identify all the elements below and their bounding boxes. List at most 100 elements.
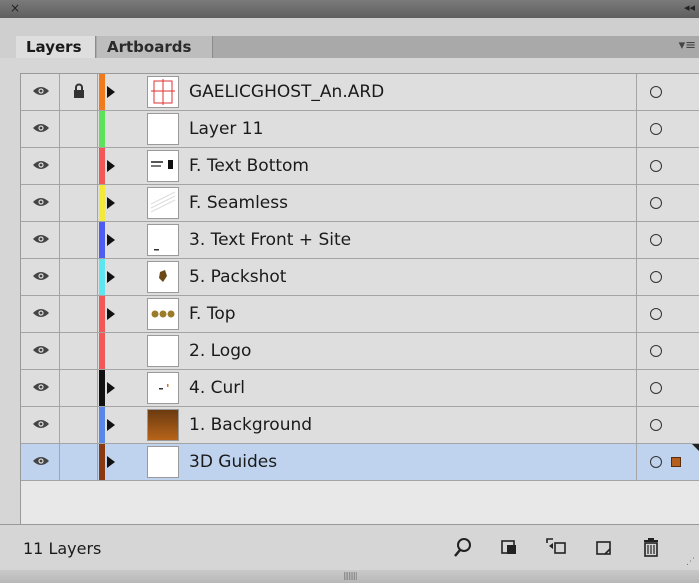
visibility-toggle[interactable] [21, 111, 60, 147]
lock-toggle[interactable] [60, 407, 98, 443]
expand-toggle[interactable] [107, 222, 133, 258]
create-new-layer-icon[interactable] [591, 535, 617, 561]
target-column[interactable] [636, 444, 699, 480]
layer-name[interactable]: F. Top [189, 296, 629, 332]
visibility-toggle[interactable] [21, 222, 60, 258]
target-circle-icon[interactable] [650, 160, 662, 172]
layer-row[interactable]: F. Seamless [21, 185, 699, 222]
layer-row[interactable]: F. Top [21, 296, 699, 333]
expand-toggle[interactable] [107, 407, 133, 443]
expand-toggle[interactable] [107, 259, 133, 295]
visibility-toggle[interactable] [21, 333, 60, 369]
layer-name[interactable]: GAELICGHOST_An.ARD [189, 74, 629, 110]
target-column[interactable] [636, 185, 699, 221]
target-circle-icon[interactable] [650, 456, 662, 468]
layer-row[interactable]: 3. Text Front + Site [21, 222, 699, 259]
visibility-toggle[interactable] [21, 296, 60, 332]
layer-name[interactable]: 2. Logo [189, 333, 629, 369]
expand-toggle[interactable] [107, 74, 133, 110]
lock-toggle[interactable] [60, 148, 98, 184]
target-circle-icon[interactable] [650, 308, 662, 320]
panel-menu-icon[interactable]: ▾≡ [679, 38, 696, 53]
expand-triangle-icon[interactable] [107, 86, 115, 98]
locate-object-icon[interactable] [452, 535, 478, 561]
selection-square-icon[interactable] [671, 457, 681, 467]
expand-toggle[interactable] [107, 333, 133, 369]
layer-row[interactable]: 5. Packshot [21, 259, 699, 296]
lock-toggle[interactable] [60, 185, 98, 221]
target-column[interactable] [636, 111, 699, 147]
visibility-toggle[interactable] [21, 148, 60, 184]
collapse-panel-icon[interactable]: ◂◂ [684, 1, 695, 14]
expand-toggle[interactable] [107, 296, 133, 332]
create-sublayer-icon[interactable] [543, 535, 569, 561]
resize-handle[interactable]: ⋰ [686, 557, 695, 567]
expand-toggle[interactable] [107, 444, 133, 480]
expand-toggle[interactable] [107, 370, 133, 406]
target-column[interactable] [636, 370, 699, 406]
expand-triangle-icon[interactable] [107, 271, 115, 283]
target-column[interactable] [636, 222, 699, 258]
delete-layer-icon[interactable] [638, 535, 664, 561]
make-clipping-mask-icon[interactable] [497, 535, 523, 561]
visibility-toggle[interactable] [21, 444, 60, 480]
visibility-toggle[interactable] [21, 259, 60, 295]
target-circle-icon[interactable] [650, 345, 662, 357]
expand-toggle[interactable] [107, 148, 133, 184]
layer-color-swatch [99, 185, 105, 221]
target-column[interactable] [636, 74, 699, 110]
visibility-toggle[interactable] [21, 407, 60, 443]
expand-triangle-icon[interactable] [107, 382, 115, 394]
grip-handle[interactable]: |||||||| [343, 571, 358, 580]
expand-triangle-icon[interactable] [107, 456, 115, 468]
target-circle-icon[interactable] [650, 197, 662, 209]
lock-toggle[interactable] [60, 111, 98, 147]
expand-triangle-icon[interactable] [107, 197, 115, 209]
lock-toggle[interactable] [60, 74, 98, 110]
layer-row[interactable]: 4. Curl [21, 370, 699, 407]
expand-triangle-icon[interactable] [107, 419, 115, 431]
target-column[interactable] [636, 296, 699, 332]
layer-row[interactable]: 3D Guides [21, 444, 699, 481]
layer-name[interactable]: 1. Background [189, 407, 629, 443]
layer-row[interactable]: 2. Logo [21, 333, 699, 370]
expand-triangle-icon[interactable] [107, 234, 115, 246]
layer-name[interactable]: 5. Packshot [189, 259, 629, 295]
layer-name[interactable]: F. Seamless [189, 185, 629, 221]
lock-toggle[interactable] [60, 296, 98, 332]
layer-name[interactable]: 3. Text Front + Site [189, 222, 629, 258]
target-circle-icon[interactable] [650, 382, 662, 394]
expand-toggle[interactable] [107, 111, 133, 147]
tab-layers[interactable]: Layers [16, 36, 96, 58]
tab-artboards[interactable]: Artboards [97, 36, 213, 58]
lock-toggle[interactable] [60, 444, 98, 480]
layer-name[interactable]: Layer 11 [189, 111, 629, 147]
expand-triangle-icon[interactable] [107, 308, 115, 320]
close-icon[interactable]: × [10, 1, 20, 15]
visibility-toggle[interactable] [21, 185, 60, 221]
lock-toggle[interactable] [60, 222, 98, 258]
target-column[interactable] [636, 148, 699, 184]
lock-toggle[interactable] [60, 370, 98, 406]
target-circle-icon[interactable] [650, 234, 662, 246]
target-column[interactable] [636, 259, 699, 295]
layer-row[interactable]: 1. Background [21, 407, 699, 444]
target-circle-icon[interactable] [650, 271, 662, 283]
visibility-toggle[interactable] [21, 74, 60, 110]
layer-name[interactable]: F. Text Bottom [189, 148, 629, 184]
lock-toggle[interactable] [60, 259, 98, 295]
target-circle-icon[interactable] [650, 86, 662, 98]
visibility-toggle[interactable] [21, 370, 60, 406]
target-column[interactable] [636, 333, 699, 369]
target-circle-icon[interactable] [650, 419, 662, 431]
target-column[interactable] [636, 407, 699, 443]
expand-triangle-icon[interactable] [107, 160, 115, 172]
layer-name[interactable]: 3D Guides [189, 444, 629, 480]
layer-row[interactable]: Layer 11 [21, 111, 699, 148]
lock-toggle[interactable] [60, 333, 98, 369]
layer-row[interactable]: GAELICGHOST_An.ARD [21, 74, 699, 111]
layer-row[interactable]: F. Text Bottom [21, 148, 699, 185]
expand-toggle[interactable] [107, 185, 133, 221]
layer-name[interactable]: 4. Curl [189, 370, 629, 406]
target-circle-icon[interactable] [650, 123, 662, 135]
